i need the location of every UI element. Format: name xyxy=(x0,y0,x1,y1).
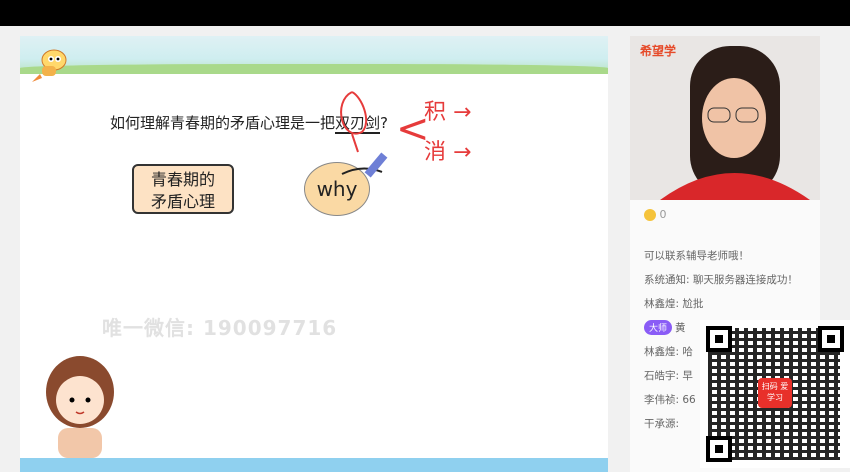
qr-code[interactable]: 扫码 爱学习 xyxy=(700,320,850,468)
girl-illustration xyxy=(46,356,114,458)
level-badge: 大师 xyxy=(644,320,673,335)
concept-label-line1: 青春期的 xyxy=(150,170,215,189)
concept-label-line2: 矛盾心理 xyxy=(150,192,215,211)
qr-finder xyxy=(818,326,844,352)
positive-annotation: 积 → xyxy=(424,100,472,125)
chat-message: 可以联系辅导老师哦！ xyxy=(644,250,749,262)
slide-canvas: 如何理解青春期的矛盾心理是一把双刃剑? 青春期的 矛盾心理 why 唯一微信: … xyxy=(20,36,608,472)
coin-icon xyxy=(644,209,656,221)
negative-annotation: 消 → xyxy=(424,140,472,165)
concept-label: 青春期的 矛盾心理 xyxy=(132,164,234,214)
qr-finder xyxy=(706,436,732,462)
brand-logo: 希望学 xyxy=(640,44,677,58)
coin-count: 0 xyxy=(659,208,667,221)
watermark: 唯一微信: 190097716 xyxy=(102,316,338,340)
slide-banner xyxy=(20,36,608,74)
slide-footer-strip xyxy=(20,458,608,472)
coin-counter: 0 xyxy=(644,208,667,221)
rocket-mascot-icon xyxy=(32,49,67,82)
qr-finder xyxy=(706,326,732,352)
pen-annotation xyxy=(340,91,388,178)
qr-logo: 扫码 爱学习 xyxy=(758,378,792,408)
chat-message: 系统通知: 聊天服务器连接成功！ xyxy=(644,274,798,286)
chat-message: 林鑫煌: 尬批 xyxy=(644,298,704,310)
top-bar xyxy=(0,0,850,26)
teacher-avatar xyxy=(660,46,810,200)
banner-grass xyxy=(20,64,608,74)
question-prefix: 如何理解青春期的矛盾心理是一把 xyxy=(110,114,336,132)
teacher-camera: 希望学 xyxy=(630,36,820,200)
